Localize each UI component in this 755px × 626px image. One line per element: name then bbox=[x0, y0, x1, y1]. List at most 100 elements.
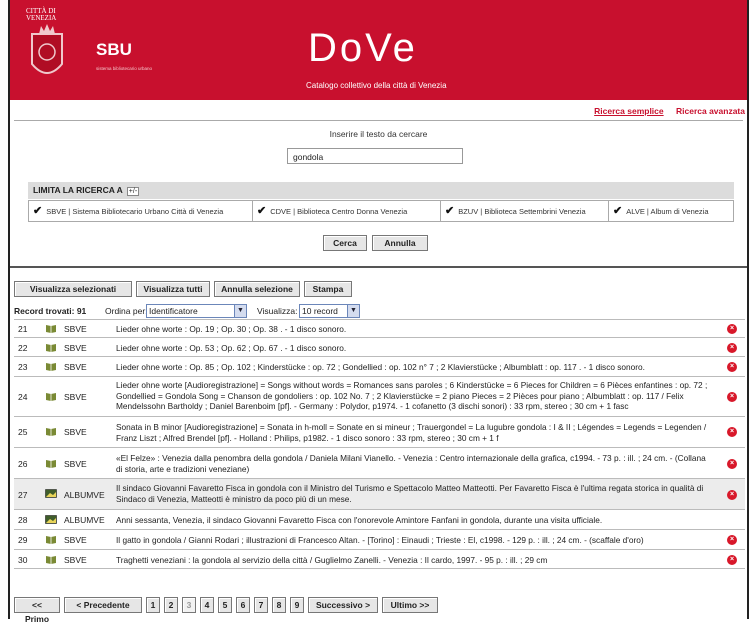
app-frame: CITTÀ DI VENEZIA SBU sistema bibliotecari… bbox=[8, 0, 749, 624]
result-row[interactable]: 23 SBVE Lieder ohne worte : Op. 85 ; Op.… bbox=[14, 356, 745, 376]
view-select[interactable]: 10 record ▼ bbox=[299, 304, 360, 318]
result-source: SBVE bbox=[64, 392, 87, 402]
pager-prev-button[interactable]: < Precedente bbox=[64, 597, 142, 613]
checkmark-icon[interactable]: ✔ bbox=[257, 205, 266, 217]
book-icon bbox=[45, 324, 57, 333]
library-option-alve[interactable]: ✔ ALVE | Album di Venezia bbox=[609, 201, 733, 221]
sbu-logo[interactable]: SBU bbox=[96, 40, 132, 60]
view-label: Visualizza: bbox=[257, 306, 298, 316]
search-prompt: Inserire il testo da cercare bbox=[329, 129, 428, 139]
result-title-link[interactable]: Anni sessanta, Venezia, il sindaco Giova… bbox=[116, 515, 714, 526]
result-source: SBVE bbox=[64, 343, 87, 353]
book-icon bbox=[45, 343, 57, 352]
chevron-down-icon[interactable]: ▼ bbox=[347, 305, 359, 317]
pager-page-5[interactable]: 5 bbox=[218, 597, 232, 613]
book-icon bbox=[45, 555, 57, 564]
result-number: 30 bbox=[18, 555, 28, 565]
search-mode-links: Ricerca semplice Ricerca avanzata bbox=[584, 106, 745, 116]
result-source: SBVE bbox=[64, 427, 87, 437]
checkmark-icon[interactable]: ✔ bbox=[445, 205, 454, 217]
search-input[interactable]: gondola bbox=[287, 148, 463, 164]
pager-next-button[interactable]: Successivo > bbox=[308, 597, 378, 613]
stampa-button[interactable]: Stampa bbox=[304, 281, 352, 297]
remove-icon[interactable]: × bbox=[727, 490, 737, 500]
result-row[interactable]: 24 SBVE Lieder ohne worte [Audioregistra… bbox=[14, 376, 745, 416]
annulla-selezione-button[interactable]: Annulla selezione bbox=[214, 281, 300, 297]
result-row[interactable]: 30 SBVE Traghetti veneziani : la gondola… bbox=[14, 549, 745, 569]
limita-toggle-button[interactable]: +/- bbox=[126, 187, 140, 196]
library-option-sbve[interactable]: ✔ SBVE | Sistema Bibliotecario Urbano Cit… bbox=[29, 201, 253, 221]
result-title-link[interactable]: Lieder ohne worte : Op. 53 ; Op. 62 ; Op… bbox=[116, 343, 714, 354]
result-title-link[interactable]: Lieder ohne worte : Op. 85 ; Op. 102 ; K… bbox=[116, 362, 714, 373]
limita-ricerca-header: LIMITA LA RICERCA A +/- bbox=[28, 182, 734, 199]
limita-label: LIMITA LA RICERCA A bbox=[33, 185, 123, 195]
remove-icon[interactable]: × bbox=[727, 324, 737, 334]
pager-page-4[interactable]: 4 bbox=[200, 597, 214, 613]
result-title-link[interactable]: «El Felze» : Venezia dalla penombra dell… bbox=[116, 453, 714, 474]
result-number: 24 bbox=[18, 392, 28, 402]
result-title-link[interactable]: Lieder ohne worte : Op. 19 ; Op. 30 ; Op… bbox=[116, 324, 714, 335]
chevron-down-icon[interactable]: ▼ bbox=[234, 305, 246, 317]
site-header: CITTÀ DI VENEZIA SBU sistema bibliotecari… bbox=[10, 0, 747, 100]
section-divider bbox=[10, 266, 747, 268]
pager-page-6[interactable]: 6 bbox=[236, 597, 250, 613]
citta-di-venezia-text: CITTÀ DI VENEZIA bbox=[26, 7, 57, 22]
book-icon bbox=[45, 427, 57, 436]
result-title-link[interactable]: Traghetti veneziani : la gondola al serv… bbox=[116, 555, 714, 566]
result-number: 28 bbox=[18, 515, 28, 525]
remove-icon[interactable]: × bbox=[727, 392, 737, 402]
result-title-link[interactable]: Sonata in B minor [Audioregistrazione] =… bbox=[116, 422, 714, 443]
remove-icon[interactable]: × bbox=[727, 427, 737, 437]
result-number: 21 bbox=[18, 324, 28, 334]
order-select[interactable]: Identificatore ▼ bbox=[146, 304, 247, 318]
result-row[interactable]: 21 SBVE Lieder ohne worte : Op. 19 ; Op.… bbox=[14, 319, 745, 337]
result-title-link[interactable]: Il gatto in gondola / Gianni Rodari ; il… bbox=[116, 535, 714, 546]
remove-icon[interactable]: × bbox=[727, 555, 737, 565]
remove-icon[interactable]: × bbox=[727, 459, 737, 469]
result-row[interactable]: 28 ALBUMVE Anni sessanta, Venezia, il si… bbox=[14, 509, 745, 529]
pager-page-7[interactable]: 7 bbox=[254, 597, 268, 613]
result-number: 25 bbox=[18, 427, 28, 437]
visualizza-tutti-button[interactable]: Visualizza tutti bbox=[136, 281, 210, 297]
link-ricerca-avanzata[interactable]: Ricerca avanzata bbox=[676, 106, 745, 116]
link-ricerca-semplice[interactable]: Ricerca semplice bbox=[594, 106, 663, 116]
result-row[interactable]: 29 SBVE Il gatto in gondola / Gianni Rod… bbox=[14, 529, 745, 549]
result-row[interactable]: 22 SBVE Lieder ohne worte : Op. 53 ; Op.… bbox=[14, 337, 745, 356]
result-row[interactable]: 25 SBVE Sonata in B minor [Audioregistra… bbox=[14, 416, 745, 447]
library-option-cdve[interactable]: ✔ CDVE | Biblioteca Centro Donna Venezia bbox=[253, 201, 441, 221]
pager-page-8[interactable]: 8 bbox=[272, 597, 286, 613]
book-icon bbox=[45, 392, 57, 401]
result-title-link[interactable]: Lieder ohne worte [Audioregistrazione] =… bbox=[116, 380, 714, 412]
result-row[interactable]: 26 SBVE «El Felze» : Venezia dalla penom… bbox=[14, 447, 745, 478]
remove-icon[interactable]: × bbox=[727, 535, 737, 545]
pager-page-3-current: 3 bbox=[182, 597, 196, 613]
book-icon bbox=[45, 459, 57, 468]
library-option-bzuv[interactable]: ✔ BZUV | Biblioteca Settembrini Venezia bbox=[441, 201, 609, 221]
result-source: ALBUMVE bbox=[64, 515, 105, 525]
sbu-subtitle: sistema bibliotecario urbano bbox=[96, 66, 153, 71]
result-number: 26 bbox=[18, 459, 28, 469]
pager-page-1[interactable]: 1 bbox=[146, 597, 160, 613]
remove-icon[interactable]: × bbox=[727, 343, 737, 353]
pager-page-9[interactable]: 9 bbox=[290, 597, 304, 613]
visualizza-selezionati-button[interactable]: Visualizza selezionati bbox=[14, 281, 132, 297]
dove-logo[interactable]: DoVe bbox=[308, 26, 418, 71]
library-filter-row: ✔ SBVE | Sistema Bibliotecario Urbano Cit… bbox=[28, 200, 734, 222]
catalog-subtitle: Catalogo collettivo della città di Venez… bbox=[306, 81, 447, 90]
divider bbox=[14, 120, 743, 121]
records-found: Record trovati: 91 bbox=[14, 306, 87, 316]
pager-page-2[interactable]: 2 bbox=[164, 597, 178, 613]
venice-crest-icon bbox=[31, 24, 63, 74]
remove-icon[interactable]: × bbox=[727, 362, 737, 372]
result-title-link[interactable]: Il sindaco Giovanni Favaretto Fisca in g… bbox=[116, 483, 714, 504]
result-row[interactable]: 27 ALBUMVE Il sindaco Giovanni Favaretto… bbox=[14, 478, 745, 509]
cerca-button[interactable]: Cerca bbox=[323, 235, 367, 251]
result-source: ALBUMVE bbox=[64, 490, 105, 500]
checkmark-icon[interactable]: ✔ bbox=[33, 205, 42, 217]
checkmark-icon[interactable]: ✔ bbox=[613, 205, 622, 217]
pager-first-button[interactable]: << Primo bbox=[14, 597, 60, 624]
annulla-button[interactable]: Annulla bbox=[372, 235, 428, 251]
result-number: 22 bbox=[18, 343, 28, 353]
pager-last-button[interactable]: Ultimo >> bbox=[382, 597, 438, 613]
photo-icon bbox=[45, 489, 57, 498]
